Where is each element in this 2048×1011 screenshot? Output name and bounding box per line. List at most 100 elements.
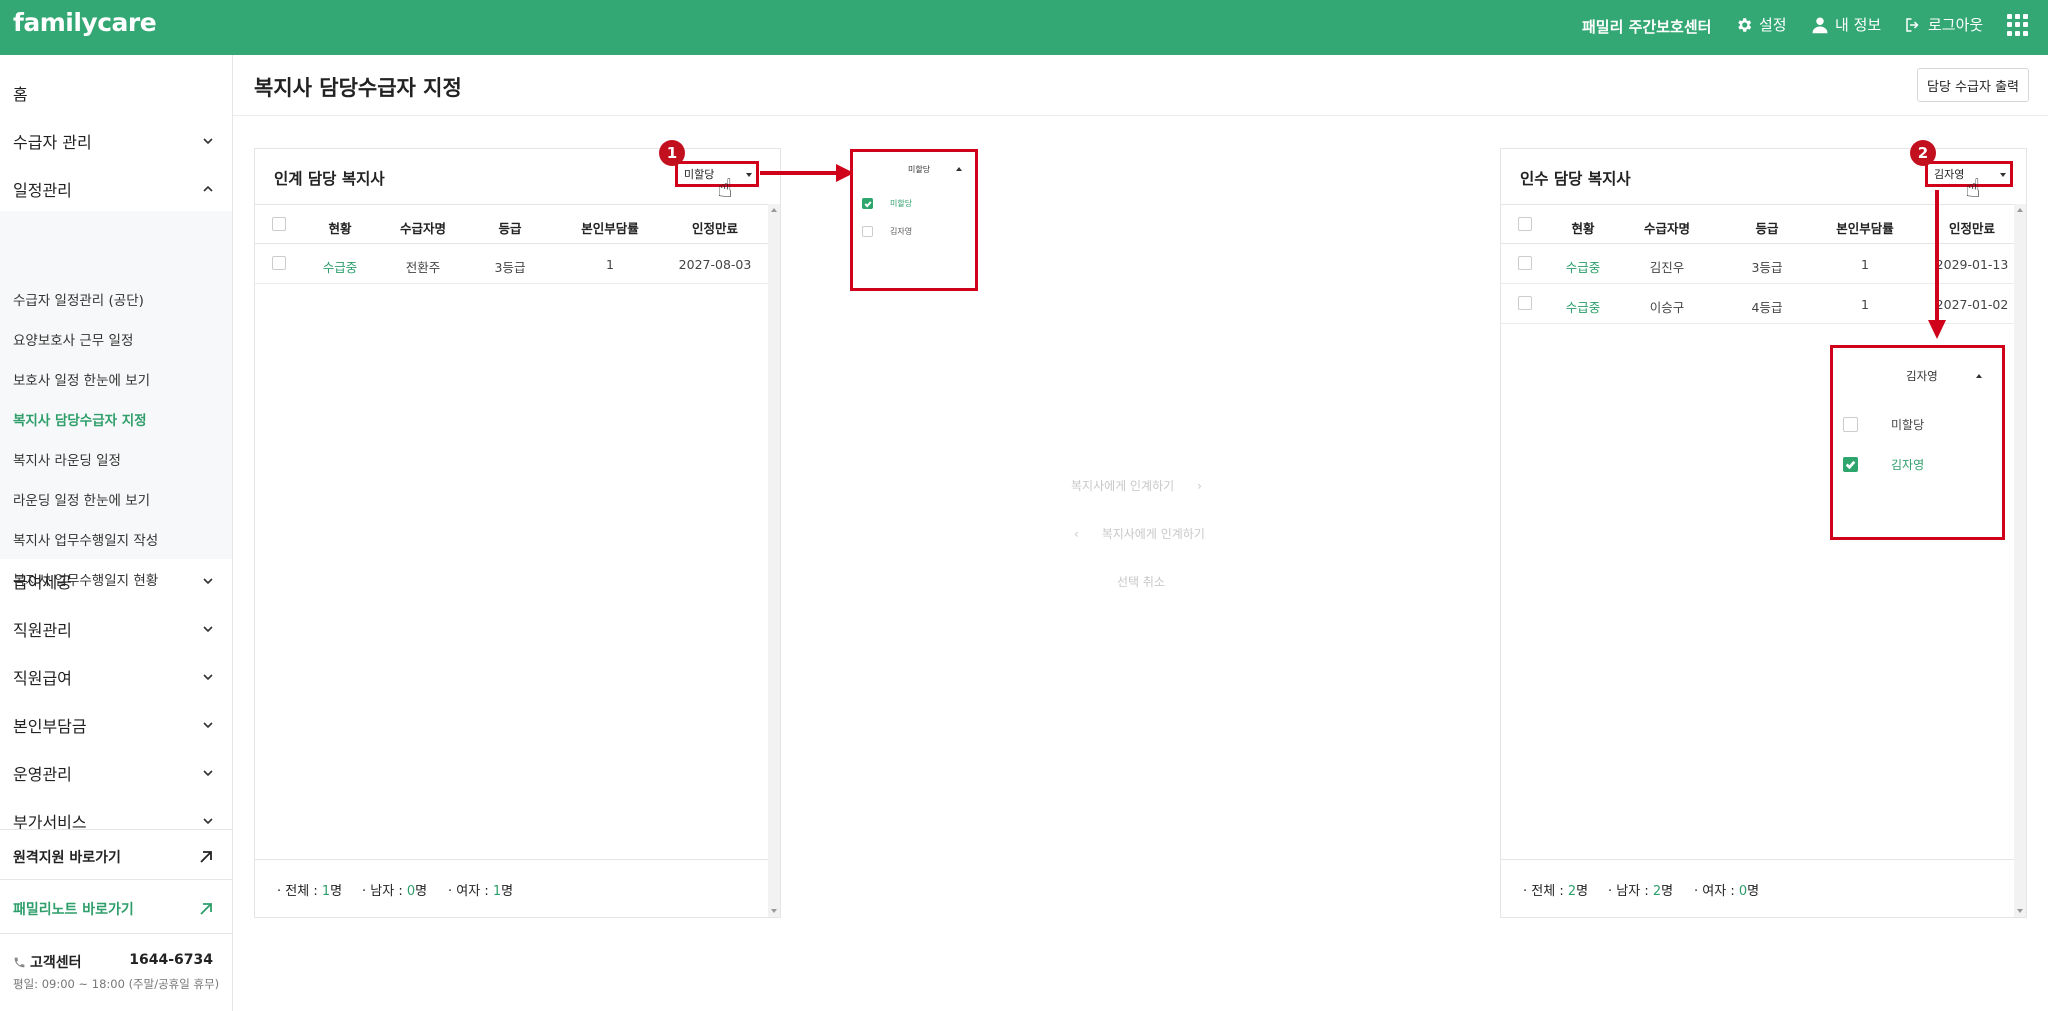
status-cell: 수급중 [1565,260,1601,275]
checkbox-unchecked[interactable] [1843,417,1858,432]
customer-center: 고객센터 1644-6734 [13,952,213,972]
dropdown-option[interactable]: 미할당 [862,198,912,209]
rate-cell: 1 [1861,257,1869,272]
table-row[interactable]: 수급중 전환주 3등급 1 2027-08-03 [255,244,768,284]
cs-phone: 1644-6734 [129,952,213,968]
select-all-checkbox[interactable] [272,217,286,231]
caret-up-icon [1976,374,1982,378]
divider [0,879,232,880]
page-title: 복지사 담당수급자 지정 [254,76,462,100]
sidebar-item-label: 급여제공 [13,573,72,592]
chevron-up-icon [203,185,213,192]
arrow-right-icon [760,164,854,182]
arrow-up-right-icon [200,851,212,863]
checkbox-unchecked[interactable] [862,226,873,237]
chevron-down-icon [203,674,213,681]
cs-hours: 평일: 09:00 ~ 18:00 (주말/공휴일 휴무) [13,977,220,991]
schedule-submenu: 수급자 일정관리 (공단) 요양보호사 근무 일정 보호사 일정 한눈에 보기 … [0,211,232,589]
sidebar-item-payroll[interactable]: 직원급여 [13,665,213,689]
sidebar-item-operations[interactable]: 운영관리 [13,761,213,785]
pointer-hand-icon: ☝ [1965,174,1981,204]
divider [0,829,232,830]
row-checkbox[interactable] [272,256,286,270]
divider [233,115,2048,116]
apps-grid-icon[interactable] [2007,14,2029,36]
caret-down-icon [746,173,752,177]
panel-title: 인수 담당 복지사 [1520,170,1631,188]
top-bar: familycare 패밀리 주간보호센터 설정 내 정보 로그아웃 [0,0,2048,55]
submenu-item[interactable]: 보호사 일정 한눈에 보기 [13,369,150,389]
submenu-item[interactable]: 라운딩 일정 한눈에 보기 [13,489,150,509]
footer-male: · 남자 : 2명 [1608,884,1674,899]
arrow-down-icon [1928,190,1946,339]
center-name: 패밀리 주간보호센터 [1582,18,1712,36]
logo[interactable]: familycare [13,8,157,37]
phone-icon [14,957,25,967]
checkbox-checked[interactable] [1843,457,1858,472]
table-header: 현황 수급자명 등급 본인부담률 인정만료 [255,204,768,244]
row-checkbox[interactable] [1518,296,1532,310]
footer-female: · 여자 : 0명 [1694,884,1760,899]
submenu-item[interactable]: 요양보호사 근무 일정 [13,329,133,349]
sidebar-item-label: 직원관리 [13,621,72,640]
familynote-link[interactable]: 패밀리노트 바로가기 [13,899,213,919]
select-all-checkbox[interactable] [1518,217,1532,231]
sidebar-item-home[interactable]: 홈 [13,81,213,105]
logout-link[interactable]: 로그아웃 [1904,14,1983,35]
rate-cell: 1 [606,257,614,272]
sidebar-item-copay[interactable]: 본인부담금 [13,713,213,737]
grade-cell: 4등급 [1751,300,1783,315]
column-header: 본인부담률 [581,221,639,236]
caret-up-icon [956,167,962,171]
sidebar-item-label: 직원급여 [13,669,72,688]
submenu-item[interactable]: 수급자 일정관리 (공단) [13,289,144,309]
dropdown-option[interactable]: 김자영 [862,226,912,237]
handover-dropdown-callout: 미할당 미할당 김자영 [850,149,978,291]
handover-to-sender-button[interactable]: ‹ 복지사에게 인계하기 [1074,525,1205,542]
user-icon [1812,17,1828,33]
column-header: 등급 [498,221,522,236]
row-checkbox[interactable] [1518,256,1532,270]
chevron-down-icon [203,770,213,777]
sidebar-item-benefits[interactable]: 급여제공 [13,569,213,593]
grade-cell: 3등급 [1751,260,1783,275]
select-value: 미할당 [684,168,715,181]
column-header: 본인부담률 [1836,221,1894,236]
sidebar-item-label: 일정관리 [13,181,72,200]
gear-icon [1738,17,1752,32]
scrollbar[interactable] [2014,204,2026,917]
checkbox-checked[interactable] [862,198,873,209]
column-header: 수급자명 [399,221,446,236]
sidebar: 홈 수급자 관리 일정관리 수급자 일정관리 (공단) 요양보호사 근무 일정 … [0,55,233,1011]
divider [0,933,232,934]
submenu-item[interactable]: 복지사 라운딩 일정 [13,449,121,469]
print-button[interactable]: 담당 수급자 출력 [1917,68,2029,102]
select-value: 김자영 [1934,168,1965,181]
submenu-item-active[interactable]: 복지사 담당수급자 지정 [13,409,147,429]
cancel-selection-button[interactable]: 선택 취소 [1117,573,1165,590]
sidebar-item-staff[interactable]: 직원관리 [13,617,213,641]
dropdown-header: 미할당 [908,165,931,174]
dropdown-header: 김자영 [1906,369,1938,383]
panel-title: 인계 담당 복지사 [274,170,385,188]
sidebar-item-label: 본인부담금 [13,717,87,736]
option-label: 미할당 [1891,418,1925,432]
panel-footer: · 전체 : 2명 · 남자 : 2명 · 여자 : 0명 [1501,859,2014,917]
remote-support-link[interactable]: 원격지원 바로가기 [13,847,213,867]
dropdown-option[interactable]: 김자영 [1843,456,1924,473]
sidebar-item-schedule[interactable]: 일정관리 [13,177,213,201]
step-badge-1: 1 [659,140,685,166]
cs-label: 고객센터 [30,955,82,971]
arrow-up-right-icon [200,903,212,915]
scrollbar[interactable] [768,204,780,917]
shortcut-label: 패밀리노트 바로가기 [13,902,134,918]
dropdown-option[interactable]: 미할당 [1843,416,1924,433]
handover-to-receiver-button[interactable]: 복지사에게 인계하기 › [1071,477,1202,494]
submenu-item[interactable]: 복지사 업무수행일지 작성 [13,529,158,549]
chevron-down-icon [203,626,213,633]
settings-link[interactable]: 설정 [1735,14,1787,35]
sidebar-item-recipients[interactable]: 수급자 관리 [13,129,213,153]
my-info-link[interactable]: 내 정보 [1811,14,1881,35]
status-cell: 수급중 [1565,300,1601,315]
column-header: 현황 [1571,221,1595,236]
